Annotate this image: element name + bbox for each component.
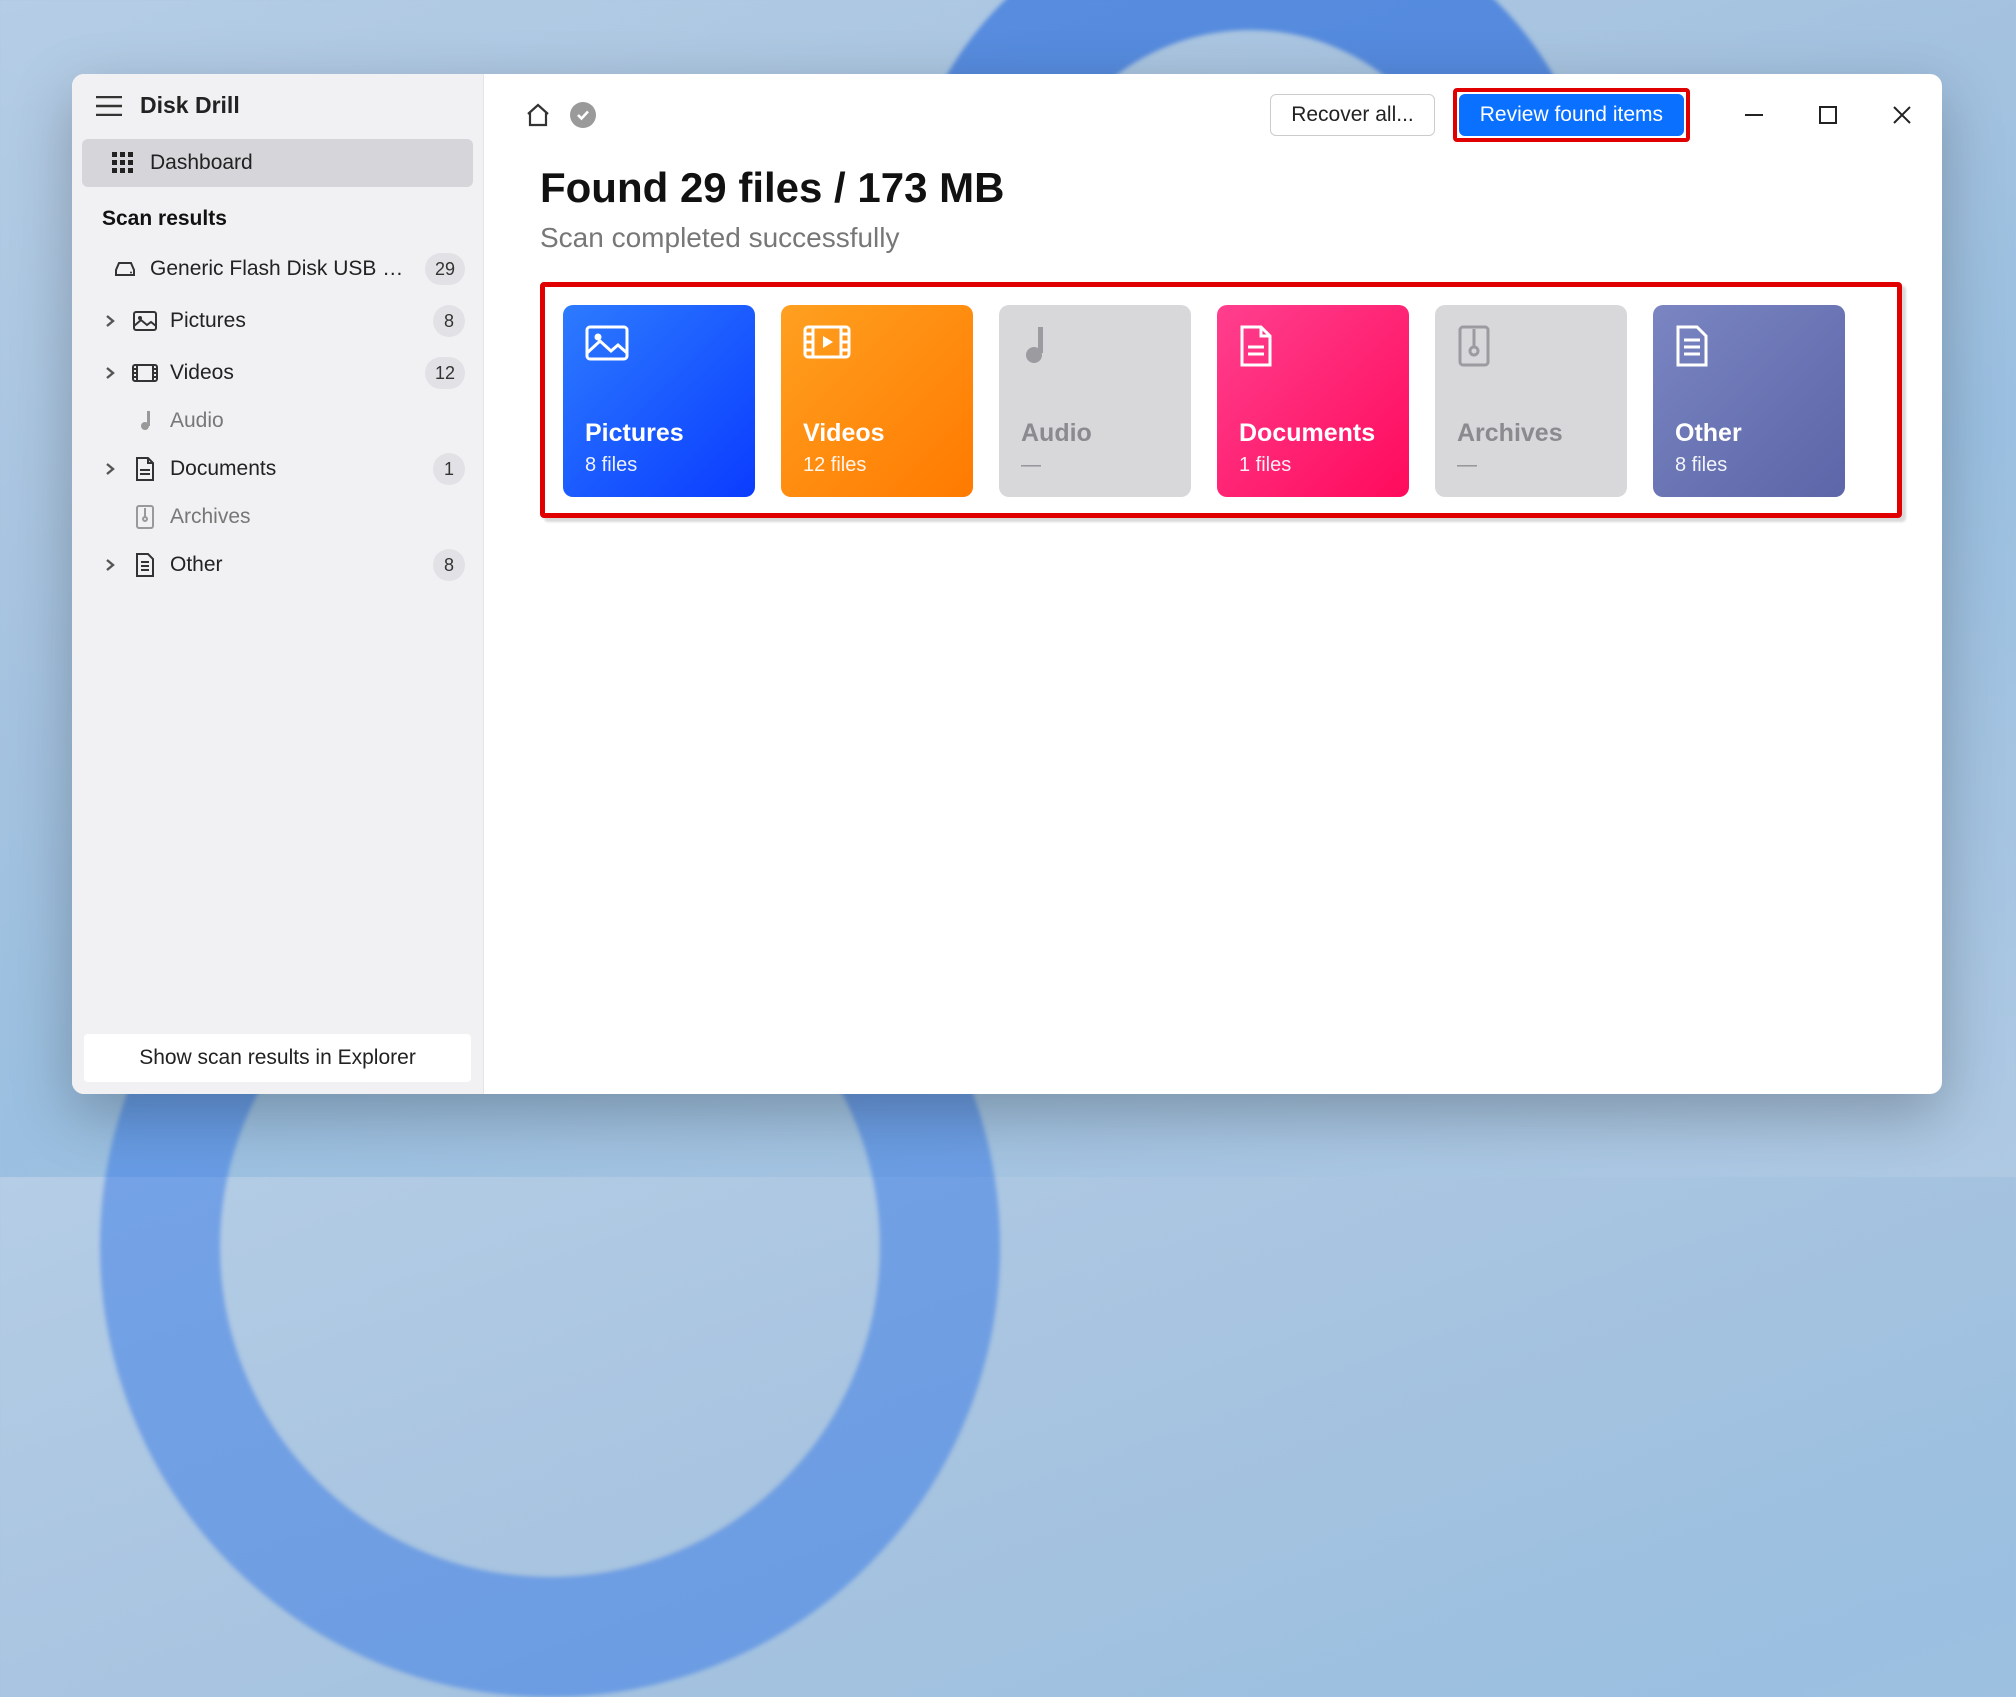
sidebar-header: Disk Drill <box>72 74 483 137</box>
audio-icon <box>1021 325 1169 369</box>
card-subtitle: 12 files <box>803 454 951 477</box>
archive-icon <box>132 505 158 529</box>
count-badge: 1 <box>433 453 465 485</box>
card-archives[interactable]: Archives — <box>1435 305 1627 497</box>
card-title: Videos <box>803 419 951 448</box>
card-title: Pictures <box>585 419 733 448</box>
topbar: Recover all... Review found items <box>484 74 1942 156</box>
card-subtitle: 1 files <box>1239 454 1387 477</box>
sidebar-item-label: Archives <box>170 505 465 529</box>
count-badge: 29 <box>425 253 465 285</box>
picture-icon <box>585 325 733 369</box>
sidebar-item-label: Audio <box>170 409 465 433</box>
sidebar-item-dashboard[interactable]: Dashboard <box>82 139 473 187</box>
card-subtitle: 8 files <box>1675 454 1823 477</box>
menu-icon[interactable] <box>96 96 122 116</box>
device-label: Generic Flash Disk USB D… <box>150 257 413 281</box>
sidebar-item-pictures[interactable]: Pictures 8 <box>72 295 483 347</box>
card-documents[interactable]: Documents 1 files <box>1217 305 1409 497</box>
app-window: Disk Drill Dashboard Scan results Generi… <box>72 74 1942 1094</box>
picture-icon <box>132 311 158 331</box>
content-area: Found 29 files / 173 MB Scan completed s… <box>484 156 1942 538</box>
home-icon[interactable] <box>524 101 552 129</box>
sidebar: Disk Drill Dashboard Scan results Generi… <box>72 74 484 1094</box>
file-icon <box>1675 325 1823 369</box>
card-title: Other <box>1675 419 1823 448</box>
archive-icon <box>1457 325 1605 369</box>
minimize-button[interactable] <box>1732 96 1776 134</box>
sidebar-item-label: Pictures <box>170 309 421 333</box>
sidebar-item-label: Other <box>170 553 421 577</box>
chevron-right-icon <box>100 462 120 476</box>
document-icon <box>132 457 158 481</box>
card-title: Documents <box>1239 419 1387 448</box>
audio-icon <box>132 410 158 432</box>
card-audio[interactable]: Audio — <box>999 305 1191 497</box>
count-badge: 8 <box>433 549 465 581</box>
card-subtitle: 8 files <box>585 454 733 477</box>
sidebar-item-label: Documents <box>170 457 421 481</box>
main-panel: Recover all... Review found items Found … <box>484 74 1942 1094</box>
video-icon <box>132 364 158 382</box>
chevron-right-icon <box>100 314 120 328</box>
sidebar-item-documents[interactable]: Documents 1 <box>72 443 483 495</box>
chevron-right-icon <box>100 558 120 572</box>
sidebar-item-label: Dashboard <box>150 151 253 175</box>
sidebar-footer: Show scan results in Explorer <box>72 1022 483 1094</box>
sidebar-device-row[interactable]: Generic Flash Disk USB D… 29 <box>72 243 483 295</box>
card-videos[interactable]: Videos 12 files <box>781 305 973 497</box>
card-pictures[interactable]: Pictures 8 files <box>563 305 755 497</box>
results-heading: Found 29 files / 173 MB <box>540 164 1902 212</box>
file-icon <box>132 553 158 577</box>
maximize-button[interactable] <box>1806 96 1850 134</box>
app-title: Disk Drill <box>140 92 240 119</box>
close-button[interactable] <box>1880 96 1924 134</box>
drive-icon <box>112 260 138 278</box>
grid-icon <box>112 152 134 174</box>
card-title: Archives <box>1457 419 1605 448</box>
scan-complete-icon <box>570 102 596 128</box>
document-icon <box>1239 325 1387 369</box>
count-badge: 8 <box>433 305 465 337</box>
card-other[interactable]: Other 8 files <box>1653 305 1845 497</box>
show-in-explorer-button[interactable]: Show scan results in Explorer <box>84 1034 471 1082</box>
card-subtitle: — <box>1021 454 1169 477</box>
review-found-items-button[interactable]: Review found items <box>1459 94 1684 136</box>
chevron-right-icon <box>100 366 120 380</box>
category-cards-highlight: Pictures 8 files Videos 12 files Aud <box>540 282 1902 518</box>
scan-results-heading: Scan results <box>72 189 483 243</box>
sidebar-item-videos[interactable]: Videos 12 <box>72 347 483 399</box>
count-badge: 12 <box>425 357 465 389</box>
highlight-annotation: Review found items <box>1453 88 1690 142</box>
window-controls <box>1732 96 1924 134</box>
results-subheading: Scan completed successfully <box>540 222 1902 254</box>
card-title: Audio <box>1021 419 1169 448</box>
sidebar-item-archives[interactable]: Archives <box>72 495 483 539</box>
recover-all-button[interactable]: Recover all... <box>1270 94 1435 136</box>
sidebar-item-audio[interactable]: Audio <box>72 399 483 443</box>
sidebar-item-label: Videos <box>170 361 413 385</box>
card-subtitle: — <box>1457 454 1605 477</box>
video-icon <box>803 325 951 369</box>
sidebar-item-other[interactable]: Other 8 <box>72 539 483 591</box>
